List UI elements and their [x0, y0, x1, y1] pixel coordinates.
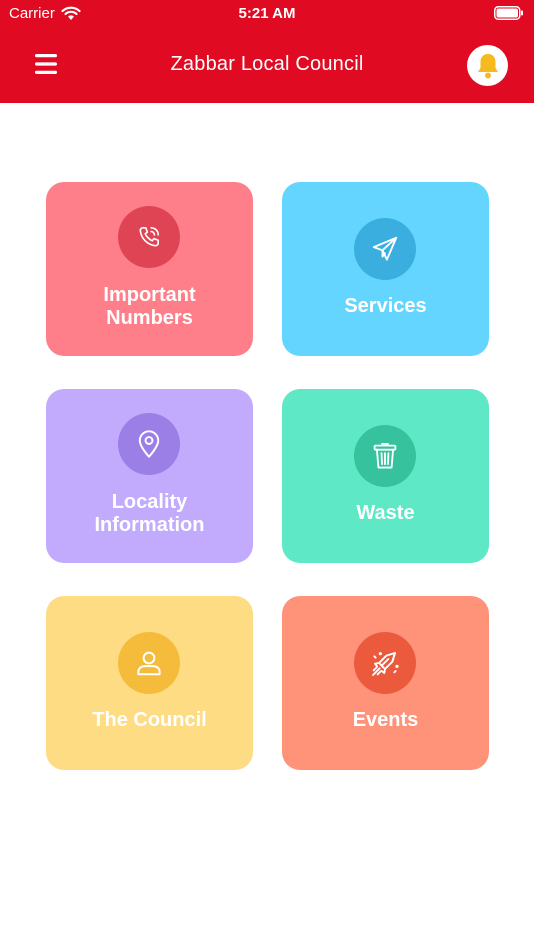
- page-title: Zabbar Local Council: [170, 53, 364, 75]
- tile-label: Locality Information: [46, 491, 253, 537]
- tile-important-numbers[interactable]: Important Numbers: [46, 182, 253, 356]
- menu-button[interactable]: [33, 52, 60, 76]
- locality-icon-circle: [118, 413, 180, 475]
- council-icon-circle: [118, 632, 180, 694]
- phone-icon: [139, 226, 160, 247]
- paper-plane-icon: [372, 236, 398, 261]
- tile-label: Important Numbers: [46, 284, 253, 330]
- tile-label-line2: Information: [94, 514, 205, 536]
- trash-bin-icon: [373, 442, 397, 469]
- tile-events[interactable]: Events: [282, 596, 489, 770]
- tile-label: Waste: [356, 502, 415, 524]
- tile-label-line2: Numbers: [106, 307, 193, 329]
- events-icon-circle: [354, 632, 416, 694]
- tile-label: The Council: [92, 709, 207, 731]
- waste-icon-circle: [354, 425, 416, 487]
- important-numbers-icon-circle: [118, 206, 180, 268]
- tile-locality-information[interactable]: Locality Information: [46, 389, 253, 563]
- status-time: 5:21 AM: [238, 5, 296, 22]
- map-pin-icon: [138, 430, 160, 458]
- app-header: Carrier 5:21 AM Zabbar Local Council: [0, 0, 534, 103]
- tile-services[interactable]: Services: [282, 182, 489, 356]
- bell-icon: [477, 53, 498, 78]
- tile-label: Services: [344, 295, 427, 317]
- tile-label-line1: Important: [103, 284, 196, 306]
- hamburger-menu-icon: [35, 54, 57, 74]
- firework-rocket-icon: [372, 652, 399, 676]
- battery-icon: [494, 6, 523, 20]
- tile-label-line1: Locality: [111, 491, 188, 513]
- services-icon-circle: [354, 218, 416, 280]
- status-bar: Carrier 5:21 AM: [0, 0, 534, 28]
- notifications-button[interactable]: [467, 45, 508, 86]
- tile-label: Events: [352, 709, 419, 731]
- tile-the-council[interactable]: The Council: [46, 596, 253, 770]
- person-icon: [137, 651, 161, 676]
- tile-waste[interactable]: Waste: [282, 389, 489, 563]
